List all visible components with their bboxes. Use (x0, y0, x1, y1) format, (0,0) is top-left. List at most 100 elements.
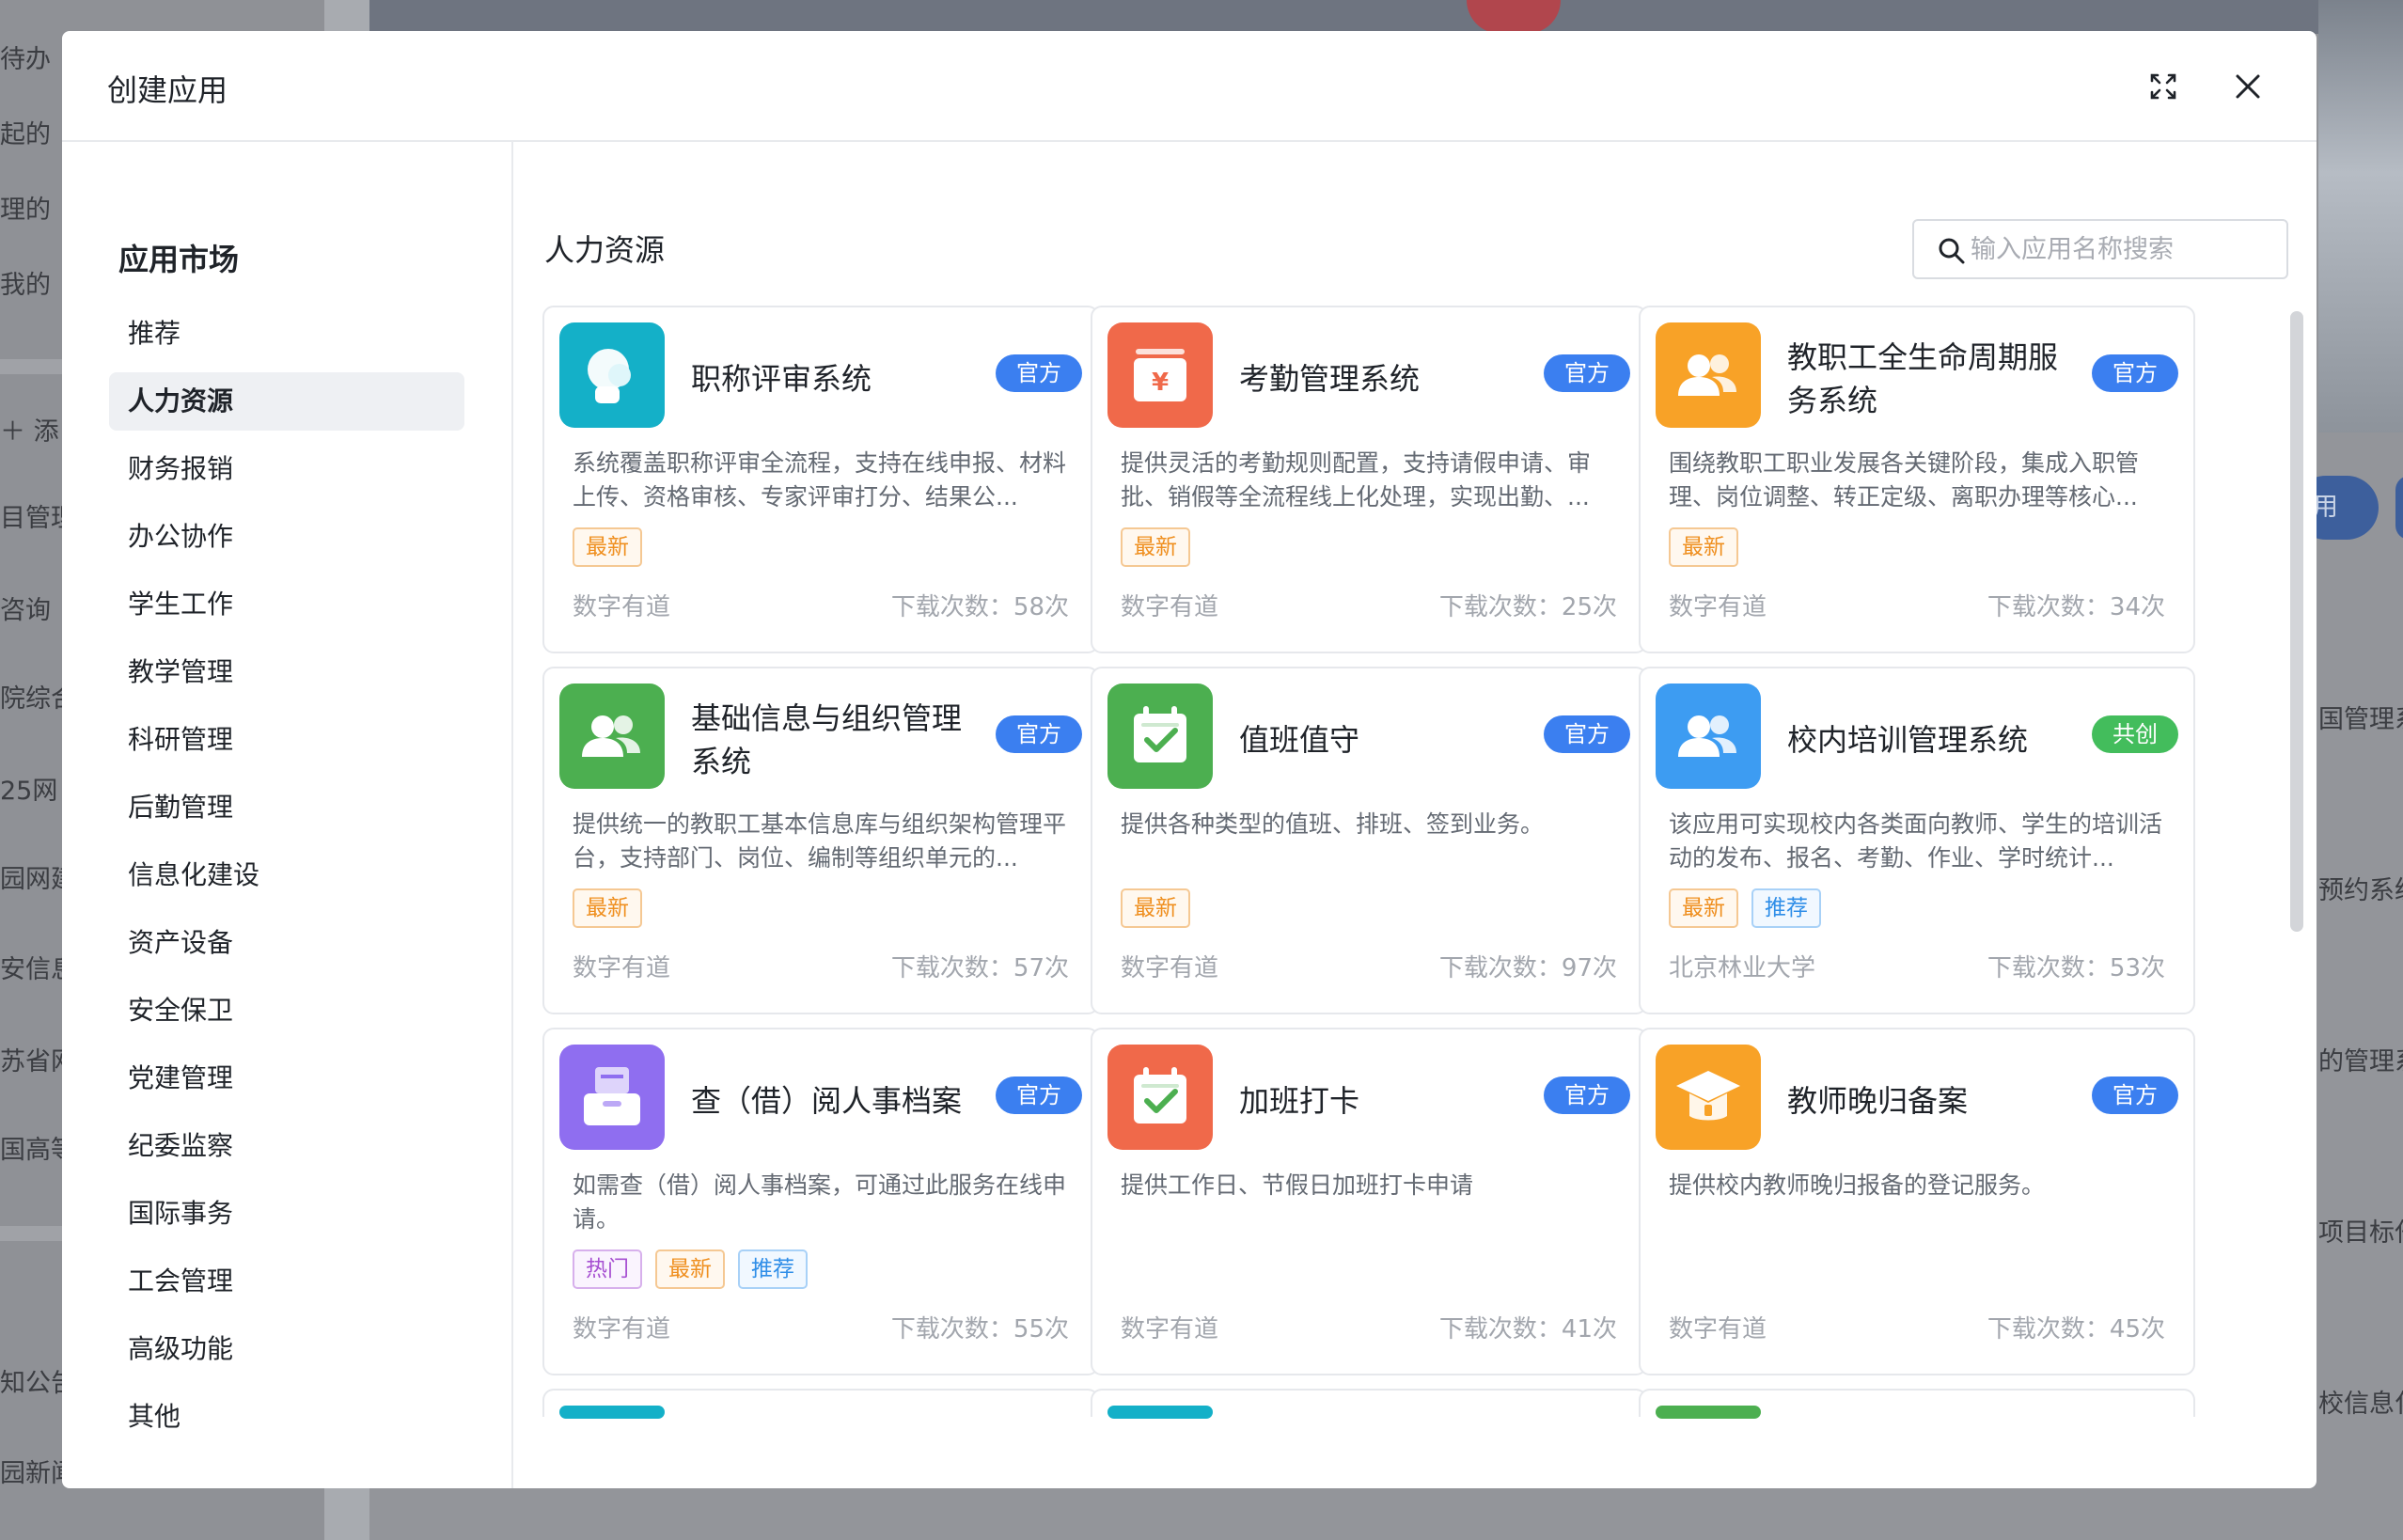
sidebar-category-item[interactable]: 财务报销 (109, 440, 464, 498)
official-badge: 官方 (996, 354, 1082, 392)
tag-recommended: 推荐 (1751, 888, 1821, 928)
sidebar-category-item[interactable]: 纪委监察 (109, 1117, 464, 1175)
official-badge: 官方 (2092, 1076, 2178, 1114)
app-card-partial[interactable] (1091, 1389, 1647, 1419)
background-card-title: 的管理系 (2318, 1047, 2403, 1076)
official-badge: 官方 (2092, 354, 2178, 392)
download-count: 下载次数：55次 (890, 1315, 1069, 1344)
app-description: 提供工作日、节假日加班打卡申请 (1121, 1171, 1474, 1199)
background-nav-item: 我的 (0, 271, 51, 300)
sidebar-category-item[interactable]: 教学管理 (109, 643, 464, 701)
app-card[interactable]: ¥ 考勤管理系统 官方 提供灵活的考勤规则配置，支持请假申请、审批、销假等全流程线上化… (1091, 306, 1647, 653)
download-count: 下载次数：34次 (1987, 593, 2165, 621)
sidebar-category-item[interactable]: 资产设备 (109, 914, 464, 972)
publisher: 数字有道 (1669, 593, 1767, 621)
app-card[interactable]: 加班打卡 官方 提供工作日、节假日加班打卡申请 数字有道 下载次数：41次 (1091, 1028, 1647, 1375)
tag-new: 最新 (1669, 527, 1738, 567)
tag-list: 最新 推荐 (1669, 888, 1821, 930)
sidebar-category-item[interactable]: 国际事务 (109, 1185, 464, 1243)
download-count: 下载次数：45次 (1987, 1315, 2165, 1344)
download-count: 下载次数：25次 (1438, 593, 1617, 621)
tag-new: 最新 (1669, 888, 1738, 928)
app-list-panel: 人力资源 职称评审系统官方系统覆盖职称评审全流程，支持在线申报、材料上传、资格审… (513, 142, 2317, 1488)
app-card[interactable]: 基础信息与组织管理系统 官方 提供统一的教职工基本信息库与组织架构管理平台，支持部门… (542, 667, 1099, 1014)
tag-list: 热门 最新 推荐 (573, 1249, 808, 1291)
search-box[interactable] (1912, 219, 2288, 279)
background-card-title: 预约系统 (2318, 876, 2403, 905)
sidebar-category-item[interactable]: 后勤管理 (109, 778, 464, 837)
card-footer: 数字有道 下载次数：34次 (1669, 588, 2165, 625)
background-card-title: 项目标任 (2318, 1218, 2403, 1248)
download-count: 下载次数：58次 (890, 593, 1069, 621)
sidebar-category-item[interactable]: 高级功能 (109, 1320, 464, 1378)
close-icon[interactable] (2226, 65, 2270, 108)
app-name: 教职工全生命周期服务系统 (1787, 339, 2059, 418)
publisher: 数字有道 (1669, 1315, 1767, 1344)
app-icon (1107, 1406, 1213, 1419)
tag-new: 最新 (655, 1249, 725, 1289)
fullscreen-icon[interactable] (2142, 65, 2185, 108)
tag-new: 最新 (573, 527, 642, 567)
sidebar-category-item[interactable]: 党建管理 (109, 1049, 464, 1108)
background-banner-image (2318, 0, 2403, 432)
background-card-title: 国管理系 (2318, 705, 2403, 734)
publisher: 北京林业大学 (1669, 954, 1816, 982)
people-icon (559, 684, 665, 789)
app-card[interactable]: 查（借）阅人事档案 官方 如需查（借）阅人事档案，可通过此服务在线申请。 热门 最新 推荐… (542, 1028, 1099, 1375)
app-description: 提供统一的教职工基本信息库与组织架构管理平台，支持部门、岗位、编制等组织单元的.… (573, 810, 1067, 872)
tag-new: 最新 (1121, 888, 1190, 928)
publisher: 数字有道 (573, 954, 671, 982)
sidebar-category-item[interactable]: 工会管理 (109, 1252, 464, 1311)
app-card[interactable]: 校内培训管理系统 共创 该应用可实现校内各类面向教师、学生的培训活动的发布、报名、考… (1639, 667, 2195, 1014)
app-card[interactable]: 职称评审系统 官方 系统覆盖职称评审全流程，支持在线申报、材料上传、资格审核、专家评… (542, 306, 1099, 653)
card-footer: 数字有道 下载次数：55次 (573, 1310, 1069, 1347)
publisher: 数字有道 (1121, 593, 1219, 621)
app-card-partial[interactable] (1639, 1389, 2195, 1419)
publisher: 数字有道 (573, 1315, 671, 1344)
publisher: 数字有道 (1121, 1315, 1219, 1344)
sidebar-category-item[interactable]: 科研管理 (109, 711, 464, 769)
publisher: 数字有道 (573, 593, 671, 621)
scrollbar[interactable] (2290, 311, 2303, 932)
create-app-dialog: 创建应用 应用市场 推荐 人力资源 财务报销 办公协作 学生工作 教学管理 科研管理 后勤管理… (62, 31, 2317, 1488)
dialog-header: 创建应用 (62, 31, 2317, 142)
background-nav-item: 起的 (0, 120, 51, 149)
background-nav-item: 咨询 (0, 596, 51, 625)
file-archive-icon (559, 1045, 665, 1150)
app-name: 职称评审系统 (691, 361, 872, 397)
background-nav-item: 待办 (0, 45, 51, 74)
app-card-partial[interactable] (542, 1389, 1099, 1419)
app-card[interactable]: 值班值守 官方 提供各种类型的值班、排班、签到业务。 最新 数字有道 下载次数：97次 (1091, 667, 1647, 1014)
sidebar-category-item[interactable]: 安全保卫 (109, 982, 464, 1040)
sidebar-category-item[interactable]: 学生工作 (109, 575, 464, 634)
download-count: 下载次数：41次 (1438, 1315, 1617, 1344)
sidebar-title: 应用市场 (118, 242, 240, 277)
tag-new: 最新 (573, 888, 642, 928)
background-nav-item: 理的 (0, 196, 51, 225)
cocreate-badge: 共创 (2092, 715, 2178, 753)
people-icon (1656, 684, 1761, 789)
app-card[interactable]: 教师晚归备案 官方 提供校内教师晚归报备的登记服务。 数字有道 下载次数：45次 (1639, 1028, 2195, 1375)
sidebar-category-item[interactable]: 推荐 (109, 305, 464, 363)
card-footer: 数字有道 下载次数：41次 (1121, 1310, 1617, 1347)
tag-list: 最新 (1121, 527, 1190, 569)
sidebar-category-item[interactable]: 办公协作 (109, 508, 464, 566)
search-input[interactable] (1971, 228, 2271, 270)
official-badge: 官方 (1544, 715, 1630, 753)
official-badge: 官方 (996, 1076, 1082, 1114)
check-calendar-icon (1107, 684, 1213, 789)
tag-hot: 热门 (573, 1249, 642, 1289)
sidebar-category-item[interactable]: 其他 (109, 1388, 464, 1446)
sidebar-category-item[interactable]: 人力资源 (109, 372, 464, 431)
tag-list: 最新 (1121, 888, 1190, 930)
user-tree-icon (559, 322, 665, 428)
app-icon (1656, 1406, 1761, 1419)
tag-list: 最新 (573, 527, 642, 569)
download-count: 下载次数：97次 (1438, 954, 1617, 982)
app-card[interactable]: 教职工全生命周期服务系统 官方 围绕教职工职业发展各关键阶段，集成入职管理、岗位调整… (1639, 306, 2195, 653)
download-count: 下载次数：53次 (1987, 954, 2165, 982)
sidebar-category-item[interactable]: 信息化建设 (109, 846, 464, 904)
app-description: 如需查（借）阅人事档案，可通过此服务在线申请。 (573, 1171, 1067, 1233)
background-card-title: 校信息化 (2318, 1390, 2403, 1419)
people-icon (1656, 322, 1761, 428)
